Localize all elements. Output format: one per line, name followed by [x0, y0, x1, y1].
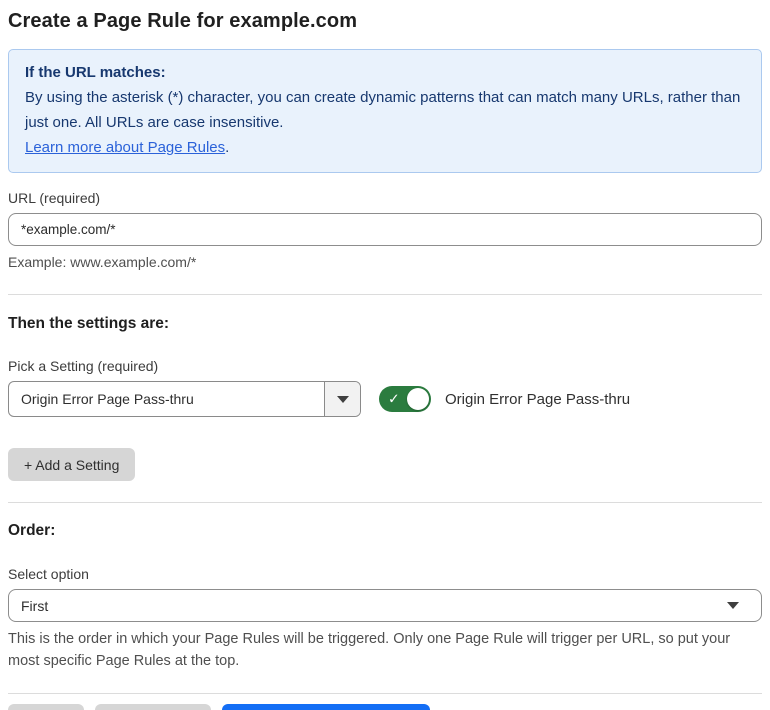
add-setting-button[interactable]: + Add a Setting — [8, 448, 136, 481]
order-select-value: First — [21, 597, 49, 614]
toggle-knob — [407, 388, 429, 410]
select-option-label: Select option — [8, 566, 89, 582]
check-icon: ✓ — [388, 390, 400, 407]
chevron-down-icon — [336, 395, 349, 403]
url-match-info-box: If the URL matches: By using the asteris… — [8, 49, 762, 173]
cancel-button[interactable]: Cancel — [8, 704, 84, 710]
setting-dropdown[interactable]: Origin Error Page Pass-thru — [8, 381, 361, 417]
divider — [8, 294, 762, 295]
link-period: . — [225, 139, 230, 156]
url-input[interactable] — [8, 213, 762, 246]
setting-dropdown-value: Origin Error Page Pass-thru — [21, 391, 194, 407]
divider — [8, 693, 762, 694]
footer-actions: Cancel Save as Draft Save and Deploy Pag… — [8, 704, 762, 710]
info-box-link-line: Learn more about Page Rules. — [25, 135, 745, 160]
url-example-hint: Example: www.example.com/* — [8, 254, 197, 270]
order-hint: This is the order in which your Page Rul… — [8, 631, 731, 669]
toggle-label: Origin Error Page Pass-thru — [445, 390, 631, 408]
order-select[interactable]: First — [8, 589, 762, 622]
divider — [8, 502, 762, 503]
url-field-label: URL (required) — [8, 190, 101, 206]
origin-error-toggle[interactable]: ✓ — [379, 386, 431, 412]
page-title: Create a Page Rule for example.com — [8, 10, 358, 32]
pick-setting-label: Pick a Setting (required) — [8, 358, 159, 374]
info-box-heading: If the URL matches: — [25, 64, 166, 81]
settings-section-heading: Then the settings are: — [8, 315, 170, 332]
save-deploy-button[interactable]: Save and Deploy Page Rule — [222, 704, 431, 710]
page-rule-form: Create a Page Rule for example.com If th… — [0, 0, 770, 710]
save-draft-button[interactable]: Save as Draft — [94, 704, 212, 710]
chevron-down-icon — [727, 602, 739, 609]
info-box-body: By using the asterisk (*) character, you… — [25, 89, 741, 131]
learn-more-link[interactable]: Learn more about Page Rules — [25, 139, 225, 156]
order-section-heading: Order: — [8, 522, 56, 539]
setting-dropdown-arrow-button[interactable] — [324, 382, 360, 416]
setting-row: Origin Error Page Pass-thru ✓ Origin Err… — [8, 381, 762, 417]
